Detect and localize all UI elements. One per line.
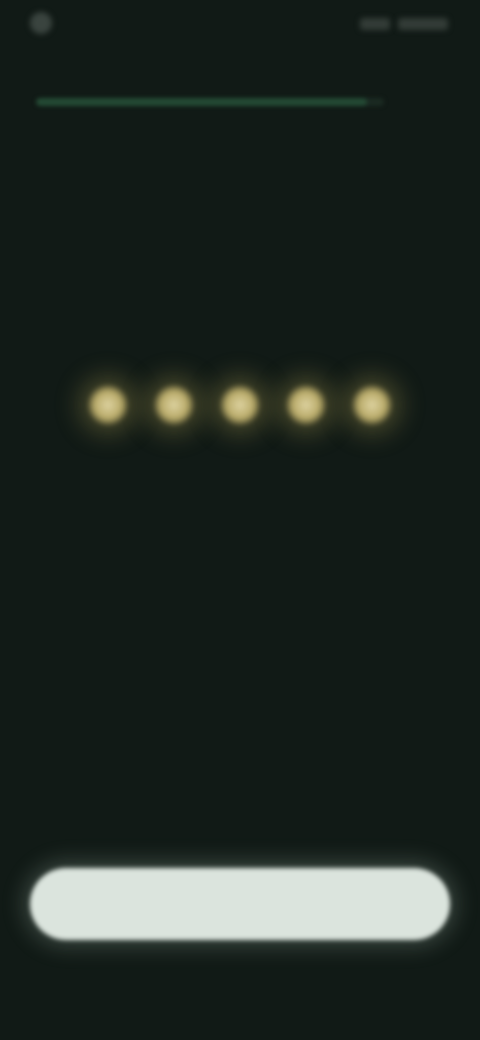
signal-icon <box>360 18 390 30</box>
star-icon[interactable] <box>285 384 327 426</box>
star-rating[interactable] <box>0 384 480 426</box>
status-bar <box>0 0 480 56</box>
progress-fill <box>36 98 367 106</box>
status-left <box>30 12 62 34</box>
primary-button[interactable] <box>30 868 450 940</box>
status-right <box>360 18 448 30</box>
app-icon <box>30 12 52 34</box>
star-icon[interactable] <box>87 384 129 426</box>
star-icon[interactable] <box>219 384 261 426</box>
star-icon[interactable] <box>351 384 393 426</box>
star-icon[interactable] <box>153 384 195 426</box>
battery-icon <box>398 18 448 30</box>
progress-bar <box>36 98 384 106</box>
